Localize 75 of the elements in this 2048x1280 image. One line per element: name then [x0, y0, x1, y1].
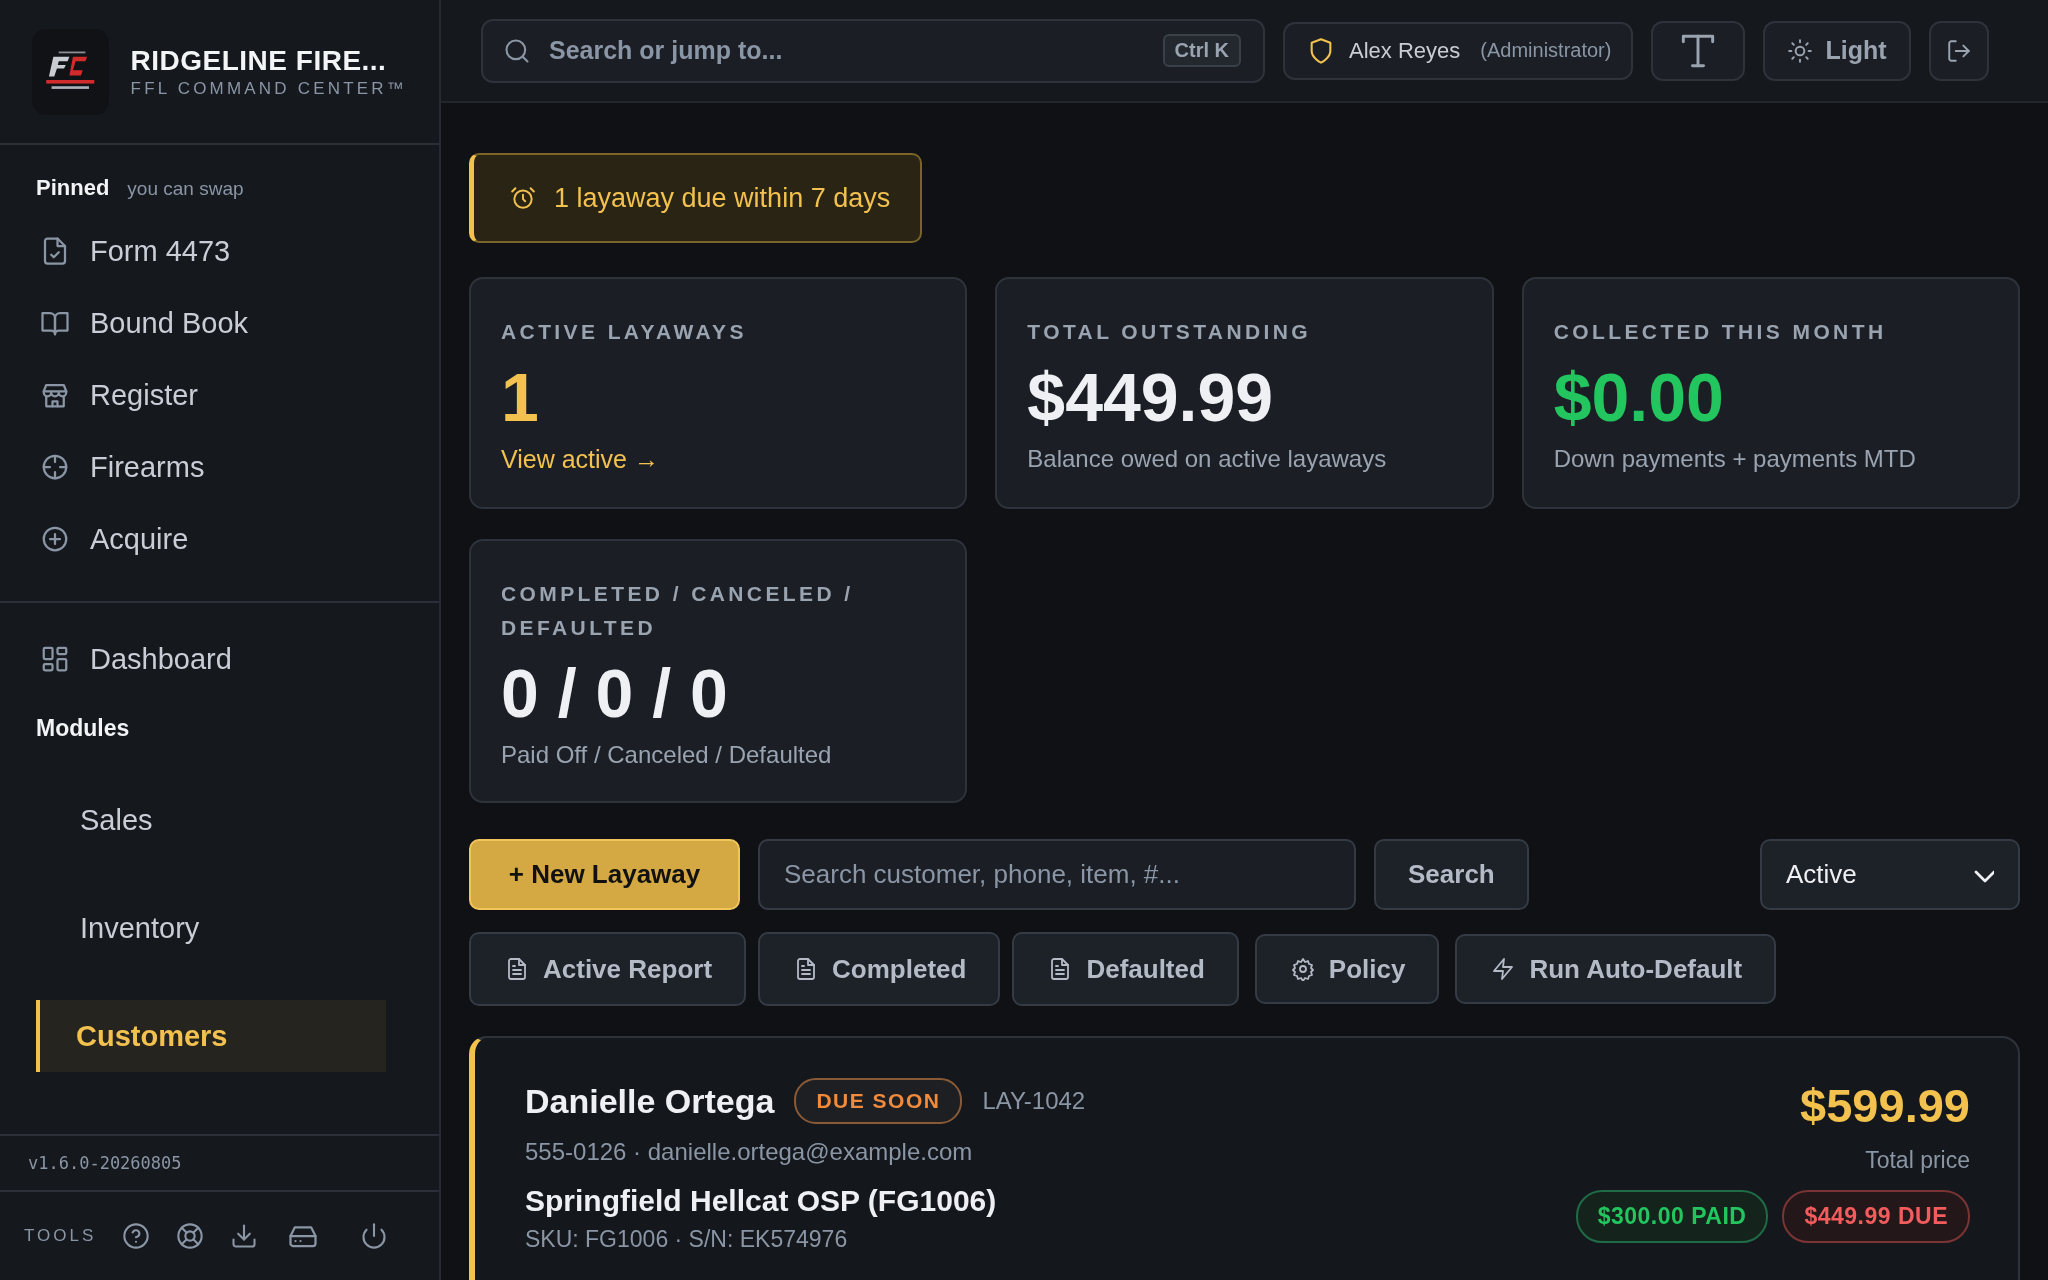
version-text: v1.6.0-20260805: [28, 1153, 182, 1173]
nav-item[interactable]: Sales: [36, 784, 386, 856]
view-link[interactable]: View active →: [501, 445, 659, 473]
contact-text: 555-0126 · danielle.ortega@example.com: [525, 1138, 974, 1166]
brand-tagline: FFL COMMAND CENTER™: [130, 78, 407, 99]
status-badge: DUE SOON: [794, 1078, 963, 1124]
logout-icon: [1945, 37, 1972, 64]
stat-note: Paid Off / Canceled / Defaulted: [501, 741, 833, 769]
download-button[interactable]: [230, 1222, 259, 1250]
stat-note: Balance owed on active layaways: [1027, 445, 1388, 473]
due-badge: $449.99 DUE: [1782, 1190, 1970, 1243]
alarm-icon: [510, 185, 536, 211]
item-ids: SKU: FG1006 · S/N: EK574976: [525, 1226, 849, 1253]
stat-label: COLLECTED THIS MONTH: [1553, 319, 1888, 345]
sun-icon: [1787, 37, 1814, 64]
download-icon: [230, 1222, 259, 1250]
total-label: Total price: [1865, 1147, 1970, 1174]
report-button[interactable]: Completed: [758, 932, 1001, 1006]
user-name: Alex Reyes: [1349, 37, 1461, 64]
power-icon: [360, 1222, 389, 1250]
stat-value: $0.00: [1553, 363, 1725, 431]
power-button[interactable]: [360, 1222, 389, 1250]
nav-item[interactable]: Firearms: [36, 431, 403, 503]
gear-icon: [1290, 957, 1315, 981]
stat-value: $449.99: [1027, 363, 1275, 431]
new-layaway-button[interactable]: + New Layaway: [469, 839, 740, 910]
total-price: $599.99: [1800, 1078, 1970, 1133]
alert-text: 1 layaway due within 7 days: [554, 182, 891, 214]
nav-item[interactable]: Dashboard: [36, 623, 403, 695]
stat-label: ACTIVE LAYAWAYS: [501, 319, 748, 345]
font-size-button[interactable]: [1651, 20, 1746, 81]
help-button[interactable]: [122, 1222, 151, 1250]
report-button[interactable]: Defaulted: [1012, 932, 1239, 1006]
lightning-icon: [1491, 957, 1516, 981]
crosshair-icon: [40, 452, 70, 482]
layaway-number: LAY-1042: [982, 1087, 1086, 1115]
stat-value: 0 / 0 / 0: [501, 659, 729, 727]
stat-label: COMPLETED / CANCELED / DEFAULTED: [501, 581, 855, 641]
section-label: Modules: [36, 715, 131, 742]
document-icon: [505, 957, 529, 981]
stat-note: Down payments + payments MTD: [1553, 445, 1917, 473]
dashboard-icon: [40, 644, 70, 674]
item-name: Springfield Hellcat OSP (FG1006): [525, 1184, 998, 1218]
help-icon: [122, 1222, 151, 1250]
stat-value: 1: [501, 363, 540, 431]
user-role: (Administrator): [1480, 39, 1612, 62]
section-hint: you can swap: [127, 178, 244, 200]
shortcut-hint: Ctrl K: [1162, 33, 1241, 67]
action-button[interactable]: Run Auto-Default: [1455, 934, 1777, 1004]
plus-circle-icon: [40, 524, 70, 554]
lifebuoy-icon: [176, 1222, 205, 1250]
action-button[interactable]: Policy: [1254, 934, 1440, 1004]
nav-item[interactable]: Inventory: [36, 892, 386, 964]
nav-item[interactable]: Register: [36, 359, 403, 431]
paid-badge: $300.00 PAID: [1575, 1190, 1769, 1243]
search-icon: [503, 36, 531, 65]
logo-icon: [32, 28, 109, 115]
report-button[interactable]: Active Report: [469, 932, 747, 1006]
status-select[interactable]: Active: [1760, 839, 2020, 910]
customer-name: Danielle Ortega: [525, 1081, 775, 1121]
tools-label: TOOLS: [24, 1226, 97, 1246]
nav-item[interactable]: Bound Book: [36, 287, 403, 359]
section-label: Pinned: [36, 175, 110, 201]
logout-button[interactable]: [1928, 20, 1989, 81]
theme-button[interactable]: Light: [1763, 20, 1911, 81]
search-button[interactable]: Search: [1374, 839, 1529, 910]
nav-item[interactable]: Acquire: [36, 503, 403, 575]
nav-item[interactable]: Form 4473: [36, 215, 403, 287]
nav-item[interactable]: Customers: [36, 1000, 386, 1072]
support-button[interactable]: [176, 1222, 205, 1250]
user-chip[interactable]: Alex Reyes (Administrator): [1283, 21, 1634, 80]
stat-label: TOTAL OUTSTANDING: [1027, 319, 1313, 345]
layaway-card[interactable]: Danielle Ortega DUE SOON LAY-1042 555-0126 · danielle.ortega@example.com Springfield Hellcat OSP (FG1006) SKU: FG1006 · S/N: EK574976 $599.99 Total price $300.00 PAID $449.99 DUE: [469, 1036, 2020, 1280]
brand-name: RIDGELINE FIRE...: [130, 44, 388, 77]
search-field[interactable]: Search customer, phone, item, #...: [758, 839, 1356, 910]
